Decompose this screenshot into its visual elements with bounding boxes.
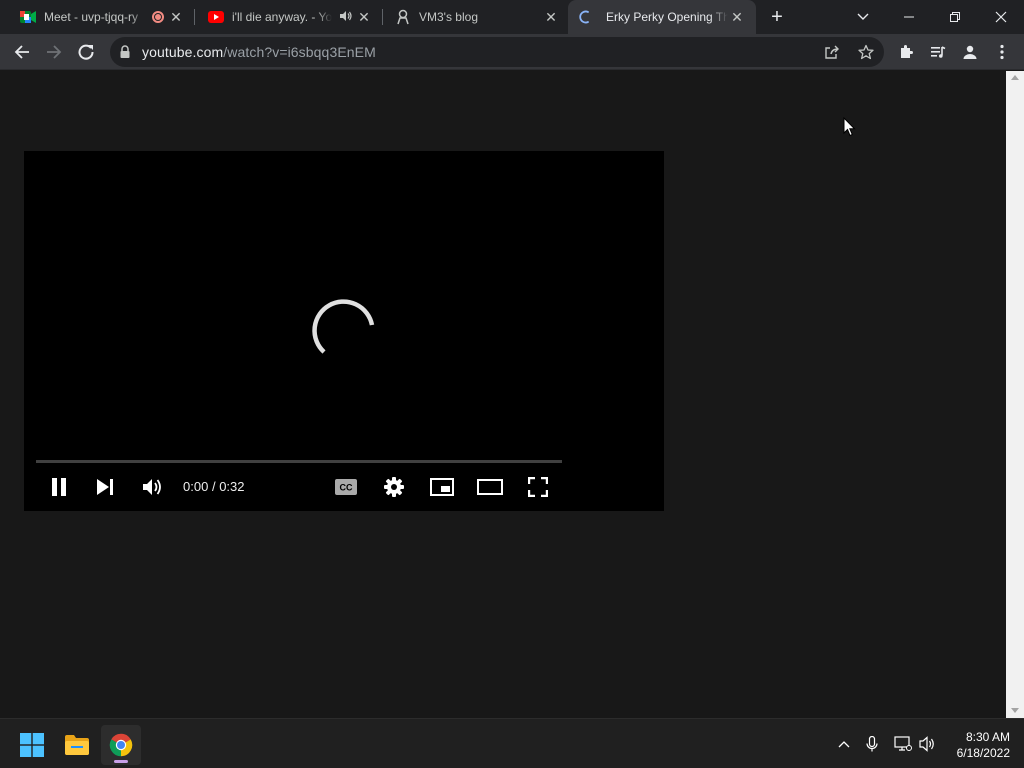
tab-strip: Meet - uvp-tjqq-ry ✕ i'll die anyway. - … <box>0 0 1024 34</box>
tab-youtube-music[interactable]: i'll die anyway. - Yo ✕ <box>188 0 382 34</box>
subtitles-button[interactable]: CC <box>332 473 360 501</box>
minimize-button[interactable] <box>886 0 932 34</box>
network-icon <box>894 736 912 751</box>
loading-spinner-icon <box>312 299 375 354</box>
fullscreen-button[interactable] <box>524 473 552 501</box>
youtube-icon <box>208 9 224 25</box>
time-separator: / <box>211 479 216 494</box>
taskbar-clock[interactable]: 8:30 AM 6/18/2022 <box>944 729 1010 761</box>
google-meet-icon <box>20 9 36 25</box>
close-icon <box>995 11 1007 23</box>
miniplayer-icon <box>430 478 454 496</box>
url-path: /watch?v=i6sbqq3EnEM <box>223 44 376 60</box>
arrow-right-icon <box>47 45 62 59</box>
chevron-up-icon <box>838 741 850 748</box>
restore-button[interactable] <box>932 0 978 34</box>
theater-mode-button[interactable] <box>476 473 504 501</box>
mouse-cursor-icon <box>843 117 856 137</box>
network-tray-button[interactable] <box>893 734 913 754</box>
pause-icon <box>52 478 66 496</box>
close-window-button[interactable] <box>978 0 1024 34</box>
restore-icon <box>950 12 960 22</box>
volume-icon <box>143 479 161 495</box>
new-tab-button[interactable]: + <box>754 0 800 34</box>
speaker-icon[interactable] <box>340 10 352 25</box>
minimize-icon <box>904 16 914 18</box>
tab-close-button[interactable]: ✕ <box>168 9 184 25</box>
tab-close-button[interactable]: ✕ <box>729 9 745 25</box>
lock-icon[interactable] <box>120 45 130 63</box>
back-button[interactable] <box>8 38 36 66</box>
address-bar[interactable]: youtube.com/watch?v=i6sbqq3EnEM <box>110 37 884 67</box>
forward-button[interactable] <box>40 38 68 66</box>
time-display: 0:00 / 0:32 <box>183 479 245 494</box>
tab-title: i'll die anyway. - Yo <box>232 10 332 24</box>
skip-next-icon <box>97 479 113 495</box>
blog-icon <box>395 9 411 25</box>
arrow-left-icon <box>14 45 29 59</box>
file-explorer-button[interactable] <box>57 725 97 765</box>
scroll-down-arrow[interactable] <box>1011 708 1019 713</box>
tab-erky-perky[interactable]: Erky Perky Opening Th ✕ <box>568 0 756 34</box>
pause-button[interactable] <box>45 473 73 501</box>
tab-title: VM3's blog <box>419 10 478 24</box>
show-hidden-icons-button[interactable] <box>834 734 854 754</box>
loading-spinner-icon <box>78 44 94 60</box>
next-button[interactable] <box>91 473 119 501</box>
mute-button[interactable] <box>139 473 167 501</box>
profile-button[interactable] <box>956 38 984 66</box>
chrome-taskbar-button[interactable] <box>101 725 141 765</box>
chrome-menu-button[interactable] <box>988 38 1016 66</box>
clock-date: 6/18/2022 <box>956 746 1010 760</box>
tab-search-button[interactable] <box>840 0 886 34</box>
scroll-up-arrow[interactable] <box>1011 75 1019 80</box>
tab-blog[interactable]: VM3's blog ✕ <box>375 0 569 34</box>
microphone-tray-button[interactable] <box>862 734 882 754</box>
url-text: youtube.com/watch?v=i6sbqq3EnEM <box>142 44 376 60</box>
volume-icon <box>919 736 934 752</box>
chrome-icon <box>109 733 133 757</box>
extensions-button[interactable] <box>892 38 920 66</box>
svg-text:CC: CC <box>340 483 353 493</box>
media-control-button[interactable] <box>924 38 952 66</box>
taskbar: 8:30 AM 6/18/2022 <box>0 718 1024 768</box>
tab-close-button[interactable]: ✕ <box>356 9 372 25</box>
bookmark-star-icon[interactable] <box>858 44 874 65</box>
video-player[interactable]: 0:00 / 0:32 CC <box>24 151 664 511</box>
start-button[interactable] <box>12 725 52 765</box>
progress-bar[interactable] <box>36 460 562 463</box>
puzzle-icon <box>901 45 913 58</box>
loading-spinner-icon <box>578 9 594 25</box>
settings-button[interactable] <box>380 473 408 501</box>
share-icon[interactable] <box>824 44 840 65</box>
gear-icon <box>384 477 404 497</box>
more-vert-icon <box>1000 44 1004 60</box>
media-queue-icon <box>931 46 946 58</box>
tab-meet[interactable]: Meet - uvp-tjqq-ry ✕ <box>0 0 194 34</box>
clock-time: 8:30 AM <box>965 730 1010 744</box>
theater-mode-icon <box>477 479 503 495</box>
duration: 0:32 <box>219 479 245 494</box>
chevron-down-icon <box>857 13 869 20</box>
tab-title: Erky Perky Opening Th <box>606 10 728 24</box>
tab-close-button[interactable]: ✕ <box>543 9 559 25</box>
current-time: 0:00 <box>183 479 209 494</box>
page-scrollbar[interactable] <box>1006 71 1024 718</box>
browser-toolbar: youtube.com/watch?v=i6sbqq3EnEM <box>0 34 1024 70</box>
closed-captions-icon: CC <box>335 479 357 495</box>
recording-icon <box>152 11 164 23</box>
windows-logo-icon <box>20 733 44 757</box>
active-app-indicator <box>114 760 128 763</box>
volume-tray-button[interactable] <box>918 734 938 754</box>
folder-icon <box>65 735 89 755</box>
stop-loading-button[interactable] <box>72 38 100 66</box>
miniplayer-button[interactable] <box>428 473 456 501</box>
fullscreen-icon <box>528 477 548 497</box>
url-host: youtube.com <box>142 44 224 60</box>
profile-icon <box>963 45 977 59</box>
microphone-icon <box>866 736 878 752</box>
tab-title: Meet - uvp-tjqq-ry <box>44 10 139 24</box>
